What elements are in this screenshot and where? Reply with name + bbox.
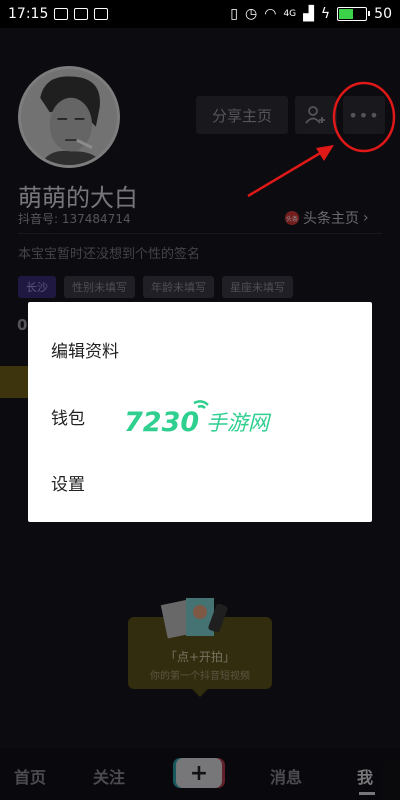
image-notification-icon: [54, 8, 69, 20]
menu-wallet[interactable]: 钱包: [51, 404, 85, 429]
signal-icon: ▟: [303, 6, 314, 22]
watermark-number: 7230: [124, 407, 199, 438]
status-time: 17:15: [8, 6, 49, 22]
battery-level: 50: [374, 6, 392, 22]
watermark-logo: 7230 手游网: [124, 400, 272, 438]
battery-icon: [337, 7, 371, 21]
menu-settings[interactable]: 设置: [51, 470, 85, 495]
wifi-icon: ◠: [264, 6, 277, 22]
menu-edit-profile[interactable]: 编辑资料: [51, 337, 119, 362]
charging-icon: ϟ: [320, 6, 331, 22]
app-notification-icon: [94, 8, 109, 20]
shield-notification-icon: [74, 8, 89, 20]
alarm-icon: ◷: [245, 6, 258, 22]
network-type: 4G: [283, 9, 297, 19]
status-bar: 17:15 ▯ ◷ ◠ 4G ▟ ϟ 50: [0, 0, 400, 28]
watermark-text: 手游网: [206, 411, 272, 435]
vibrate-icon: ▯: [230, 6, 238, 22]
